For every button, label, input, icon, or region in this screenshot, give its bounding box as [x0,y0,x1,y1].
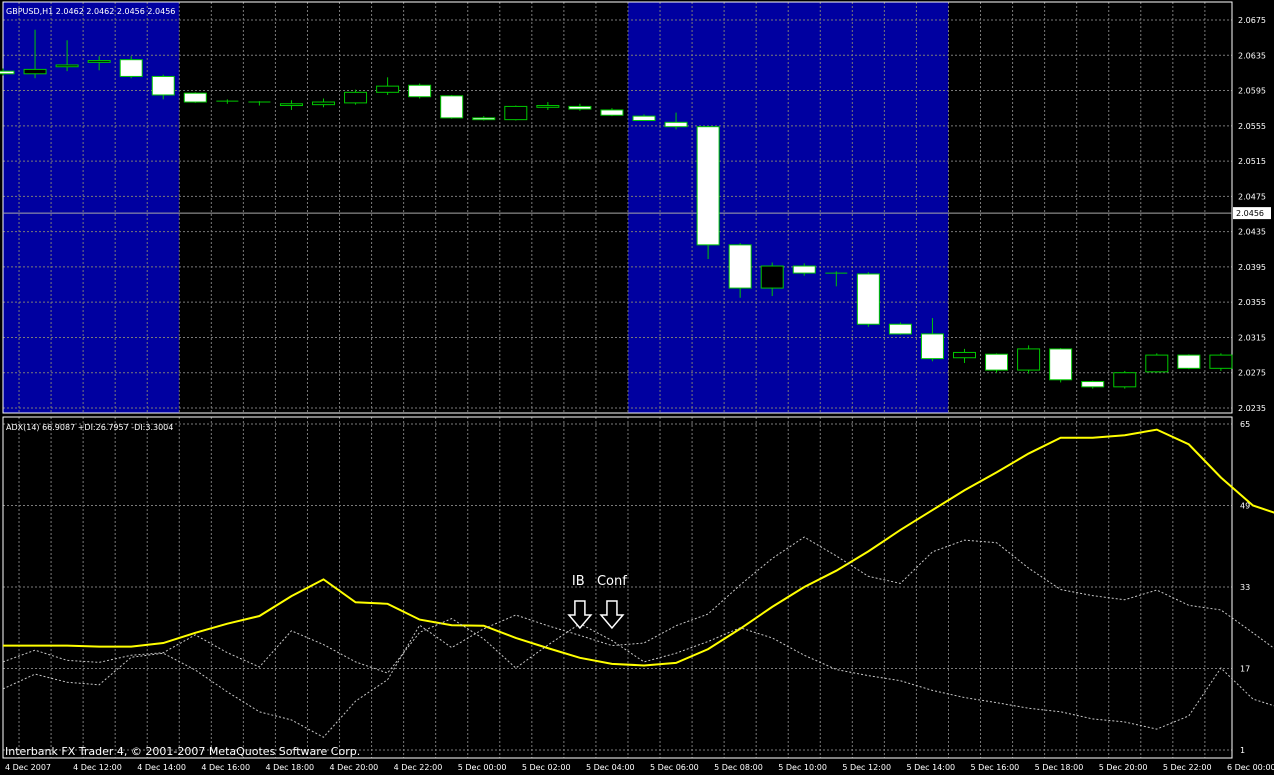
y-tick-label: 2.0595 [1238,87,1266,96]
candle-body [760,265,784,289]
candle-body [151,75,175,96]
candle-body [632,115,656,122]
y-tick-label: 33 [1240,583,1250,592]
candle-body [55,64,79,68]
x-tick-label: 5 Dec 14:00 [906,763,955,772]
x-tick-label: 4 Dec 2007 [5,763,51,772]
chart-window: 2.0456 2.0675 2.0635 2.0595 2.0555 2.0515 2.0… [0,0,1274,775]
x-tick-label: 4 Dec 18:00 [265,763,314,772]
y-tick-label: 2.0435 [1238,228,1266,237]
x-tick-label: 5 Dec 06:00 [650,763,699,772]
y-tick-label: 2.0315 [1238,333,1266,342]
y-tick-label: 2.0235 [1238,404,1266,413]
session-band [3,2,180,413]
y-tick-label: 2.0355 [1238,298,1266,307]
candle-body [1145,354,1169,373]
footer-copyright: Interbank FX Trader 4, © 2001-2007 MetaQ… [5,745,360,758]
x-tick-label: 5 Dec 10:00 [778,763,827,772]
candle-body [408,84,432,98]
x-tick-label: 5 Dec 00:00 [458,763,507,772]
candle-body [1081,381,1105,388]
candle-body [472,117,496,121]
x-tick-label: 5 Dec 20:00 [1099,763,1148,772]
x-tick-label: 4 Dec 12:00 [73,763,122,772]
candle-body [1177,354,1201,369]
adx-line [3,428,1274,667]
down-arrow-icon [567,600,593,630]
y-tick-label: 17 [1240,665,1250,674]
x-tick-label: 5 Dec 04:00 [586,763,635,772]
x-tick-label: 4 Dec 16:00 [201,763,250,772]
x-tick-label: 6 Dec 00:00 [1227,763,1274,772]
x-tick-label: 4 Dec 14:00 [137,763,186,772]
candle-body [87,60,111,63]
candle-body [600,109,624,116]
candle-body [23,68,47,75]
y-tick-label: 1 [1240,746,1245,755]
candle-body [536,105,560,108]
y-tick-label: 49 [1240,502,1250,511]
candle-body [888,323,912,335]
candle-body [183,92,207,103]
y-tick-label: 2.0555 [1238,122,1266,131]
annotation-label: Conf [597,574,627,589]
y-tick-label: 2.0515 [1238,157,1266,166]
candle-body [856,273,880,325]
x-tick-label: 5 Dec 02:00 [522,763,571,772]
down-arrow-icon [599,600,625,630]
current-price-label: 2.0456 [1236,209,1264,218]
di-line [2,536,1274,738]
candle-body [920,333,944,360]
x-tick-label: 4 Dec 22:00 [394,763,443,772]
x-tick-label: 4 Dec 20:00 [330,763,379,772]
x-tick-label: 5 Dec 18:00 [1035,763,1084,772]
candle-body [985,353,1009,371]
indicator-header: ADX(14) 66.9087 +DI:26.7957 -DI:3.3004 [6,423,173,432]
candle-body [440,95,464,119]
y-tick-label: 2.0635 [1238,51,1266,60]
candle-body [953,351,976,359]
candle-body [1113,372,1137,388]
y-tick-label: 2.0395 [1238,263,1266,272]
candle-body [1049,348,1073,381]
x-tick-label: 5 Dec 08:00 [714,763,763,772]
candle-body [279,103,303,107]
di-line [2,618,1274,730]
candle-body [728,244,752,289]
candle-body [0,70,15,75]
y-tick-label: 2.0675 [1238,16,1266,25]
price-header: GBPUSD,H1 2.0462 2.0462 2.0456 2.0456 [6,7,175,16]
y-tick-label: 65 [1240,420,1250,429]
chart-canvas[interactable]: 2.0456 2.0675 2.0635 2.0595 2.0555 2.0515 2.0… [0,0,1274,775]
candle-body [696,126,720,246]
candle-body [119,59,143,77]
y-tick-label: 2.0475 [1238,192,1266,201]
candle-body [1209,354,1233,369]
x-tick-label: 5 Dec 22:00 [1163,763,1212,772]
candle-body [312,101,335,106]
x-tick-label: 5 Dec 16:00 [971,763,1020,772]
candle-body [376,85,400,93]
x-tick-label: 5 Dec 12:00 [842,763,891,772]
candle-body [1017,348,1041,371]
candle-body [792,265,816,274]
candle-body [664,121,688,128]
candle-body [344,91,368,104]
candle-body [568,105,592,110]
price-pane-frame [2,1,1233,414]
y-tick-label: 2.0275 [1238,369,1266,378]
annotation-label: IB [572,574,585,589]
candle-body [504,105,528,121]
